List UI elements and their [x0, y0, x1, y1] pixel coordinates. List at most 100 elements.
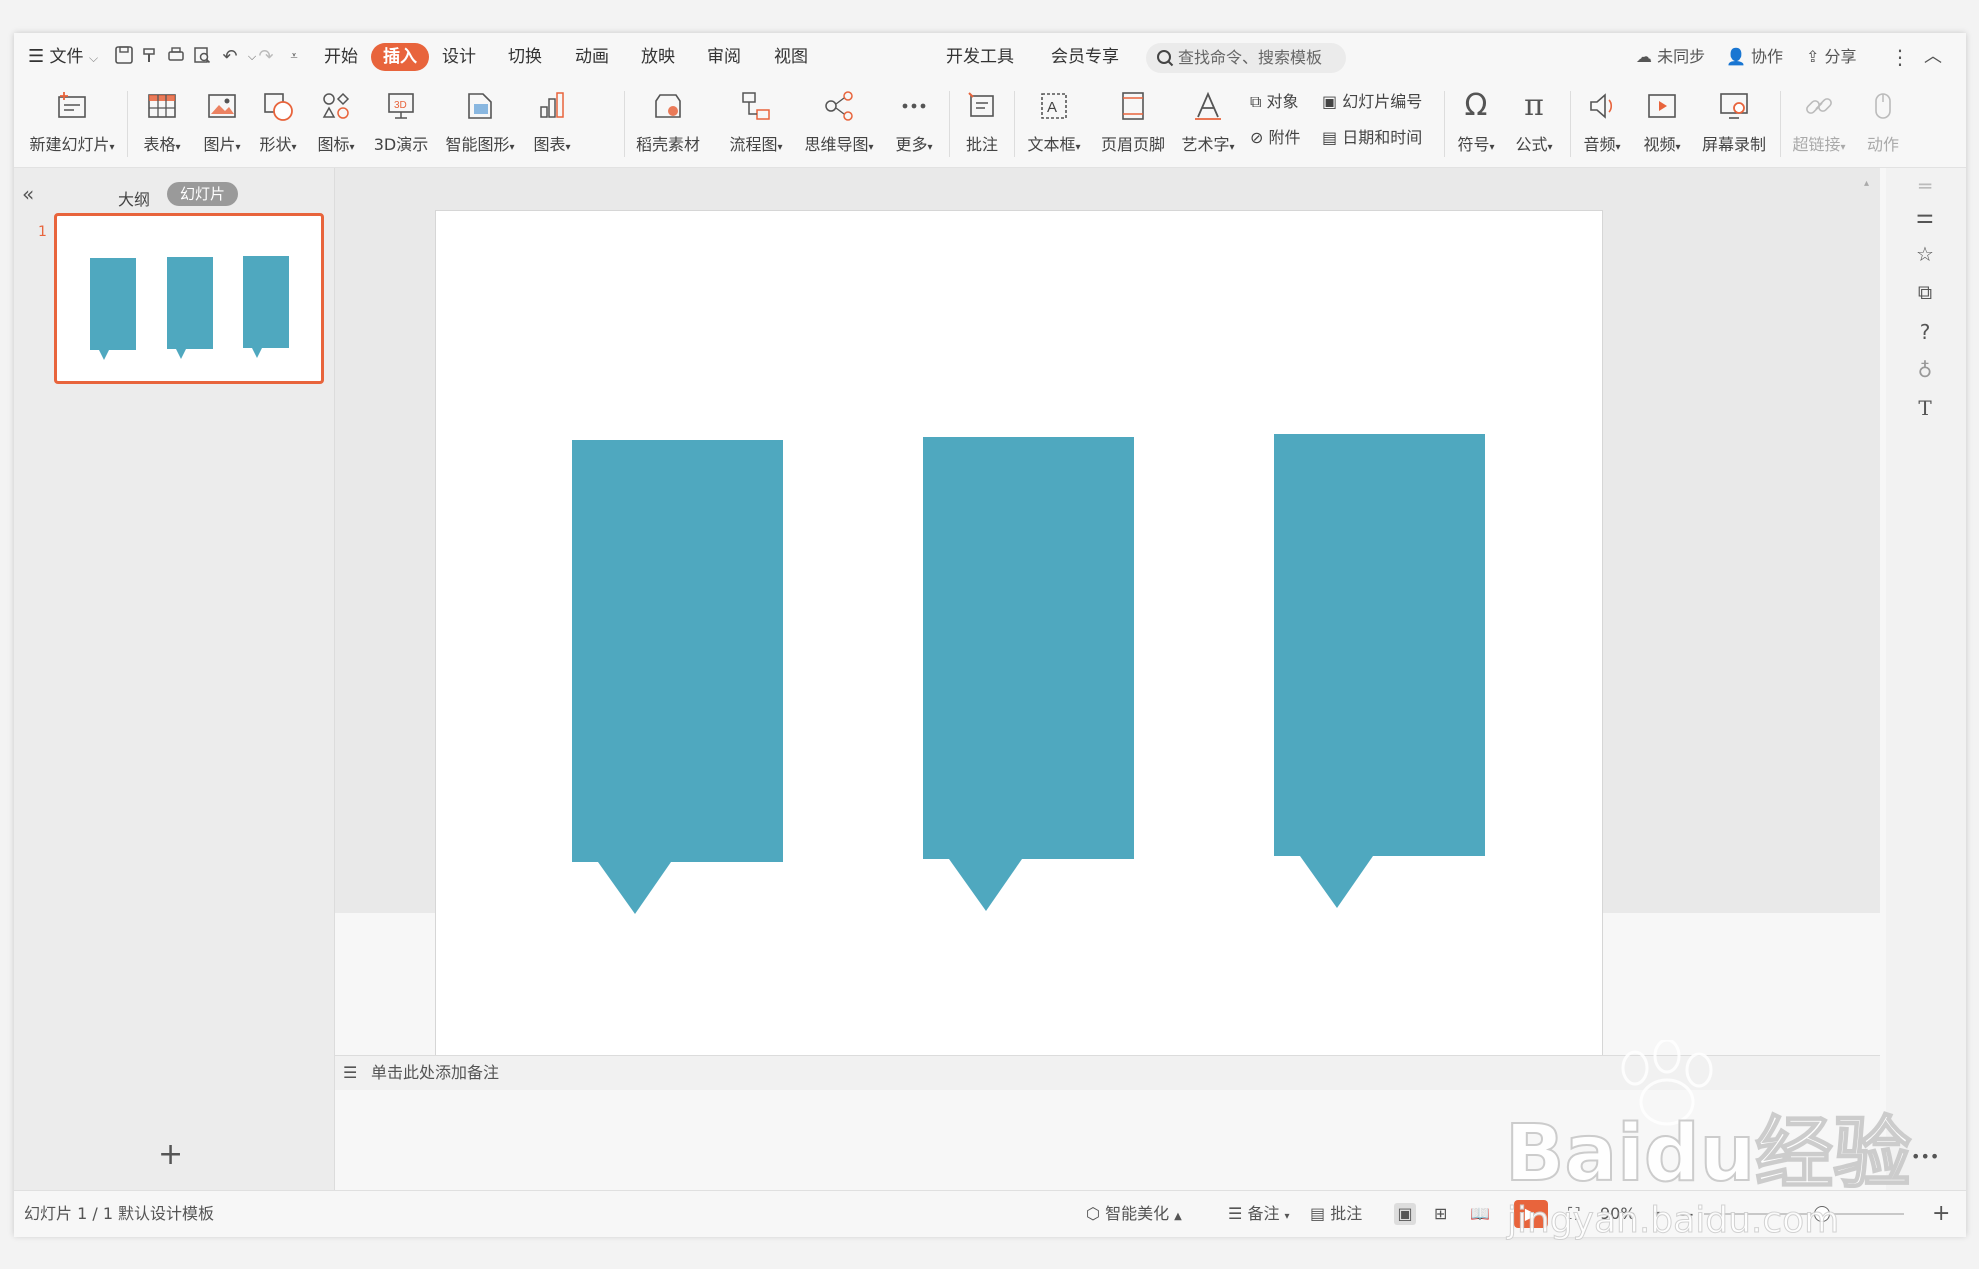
omega-icon: Ω	[1464, 88, 1488, 123]
more-icon[interactable]: •••	[1911, 1143, 1939, 1171]
tab-member[interactable]: 会员专享	[1051, 43, 1119, 71]
settings-sliders-icon[interactable]: ⚌	[1911, 202, 1939, 230]
reading-view-icon[interactable]: 📖	[1470, 1191, 1490, 1237]
mindmap-button[interactable]: 思维导图▾	[796, 81, 882, 167]
slide-thumbnail[interactable]	[54, 213, 324, 384]
picture-button[interactable]: 图片▾	[194, 81, 250, 167]
search-input[interactable]: 查找命令、搜索模板	[1178, 43, 1322, 73]
tab-home[interactable]: 开始	[324, 43, 358, 71]
print-preview-icon[interactable]	[190, 45, 214, 69]
ribbon-divider	[624, 91, 625, 157]
file-menu[interactable]: ☰ 文件 ⌵	[28, 43, 98, 71]
collapse-ribbon-icon[interactable]: ︿	[1924, 43, 1942, 71]
dropdown-caret-icon: ▾	[291, 142, 297, 153]
tab-review[interactable]: 审阅	[707, 43, 741, 71]
attachment-button[interactable]: ⊘ 附件	[1250, 125, 1301, 151]
chart-button[interactable]: 图表▾	[524, 81, 580, 167]
mouse-icon	[1866, 89, 1900, 123]
tab-transition[interactable]: 切换	[508, 43, 542, 71]
zoom-slider[interactable]	[1704, 1206, 1904, 1222]
beautify-button[interactable]: ⬡ 智能美化 ▲	[1086, 1191, 1182, 1237]
print-icon[interactable]	[164, 45, 188, 69]
zoom-out-icon[interactable]: −	[1678, 1191, 1695, 1237]
ribbon-divider	[127, 91, 128, 157]
audio-button[interactable]: 音频▾	[1574, 81, 1630, 167]
symbol-button[interactable]: Ω 符号▾	[1448, 81, 1504, 167]
video-button[interactable]: 视频▾	[1634, 81, 1690, 167]
dropdown-caret-icon: ▾	[1547, 142, 1553, 153]
hyperlink-button[interactable]: 超链接▾	[1784, 81, 1854, 167]
template-name[interactable]: 默认设计模板	[118, 1191, 214, 1237]
header-footer-button[interactable]: 页眉页脚	[1094, 81, 1172, 167]
customize-toolbar-icon[interactable]: ⩡	[282, 45, 306, 69]
new-slide-button[interactable]: 新建幻灯片▾	[24, 81, 120, 167]
search-icon	[1156, 43, 1174, 83]
shape-button[interactable]: 形状▾	[250, 81, 306, 167]
normal-view-icon[interactable]: ▣	[1394, 1191, 1416, 1237]
zoom-slider-thumb[interactable]	[1814, 1206, 1830, 1222]
undo-icon[interactable]: ↶	[218, 45, 242, 69]
slide-number-button[interactable]: ▣ 幻灯片编号	[1322, 89, 1422, 115]
link-icon	[1802, 89, 1836, 123]
table-button[interactable]: 表格▾	[132, 81, 192, 167]
more-options-icon[interactable]: ⋮	[1890, 43, 1910, 71]
textbox-button[interactable]: A 文本框▾	[1018, 81, 1090, 167]
comment-button[interactable]: 批注	[954, 81, 1010, 167]
slide-index: 1	[38, 224, 47, 240]
action-button[interactable]: 动作	[1858, 81, 1908, 167]
tab-slideshow[interactable]: 放映	[641, 43, 675, 71]
tab-design[interactable]: 设计	[442, 43, 476, 71]
slide-canvas[interactable]	[435, 210, 1603, 1088]
flowchart-button[interactable]: 流程图▾	[718, 81, 794, 167]
text-icon[interactable]: T	[1911, 394, 1939, 422]
sorter-view-icon[interactable]: ⊞	[1434, 1191, 1447, 1237]
datetime-button[interactable]: ▤ 日期和时间	[1322, 125, 1422, 151]
table-icon	[145, 89, 179, 123]
lightbulb-icon[interactable]: ♁	[1911, 356, 1939, 384]
fit-window-icon[interactable]: ⛶	[1568, 1191, 1579, 1237]
drag-handle-icon[interactable]: ═	[1911, 172, 1939, 200]
star-icon[interactable]: ☆	[1911, 240, 1939, 268]
tab-developer[interactable]: 开发工具	[946, 43, 1014, 71]
redo-icon[interactable]: ↷	[254, 45, 278, 69]
slideshow-play-icon[interactable]: ▶	[1514, 1191, 1548, 1237]
icons-button[interactable]: 图标▾	[308, 81, 364, 167]
callout-shape-2[interactable]	[923, 437, 1134, 911]
tab-insert[interactable]: 插入	[371, 43, 429, 71]
notes-bar[interactable]: ☰ 单击此处添加备注	[335, 1055, 1880, 1090]
save-icon[interactable]	[112, 45, 136, 69]
zoom-level[interactable]: 90%	[1600, 1191, 1636, 1237]
replace-icon[interactable]: ⧉	[1911, 278, 1939, 306]
smartart-button[interactable]: 智能图形▾	[438, 81, 522, 167]
tab-slides[interactable]: 幻灯片	[167, 182, 239, 206]
wordart-button[interactable]: 艺术字▾	[1174, 81, 1242, 167]
screen-record-button[interactable]: 屏幕录制	[1694, 81, 1774, 167]
collab-button[interactable]: 👤 协作	[1726, 43, 1783, 71]
material-icon	[651, 89, 685, 123]
zoom-dropdown-icon[interactable]: ▾	[1654, 1191, 1660, 1237]
search-box[interactable]: 查找命令、搜索模板	[1146, 43, 1346, 73]
notes-toggle[interactable]: ☰ 备注 ▾	[1228, 1191, 1290, 1237]
comments-toggle[interactable]: ▤ 批注	[1310, 1191, 1362, 1237]
material-button[interactable]: 稻壳素材	[626, 81, 710, 167]
zoom-in-icon[interactable]: +	[1932, 1191, 1950, 1237]
share-button[interactable]: ⇪ 分享	[1806, 43, 1857, 71]
slides-panel: « 大纲 幻灯片 1 +	[14, 168, 335, 1208]
collapse-panel-icon[interactable]: «	[22, 182, 34, 206]
tab-view[interactable]: 视图	[774, 43, 808, 71]
sync-status[interactable]: ☁ 未同步	[1636, 43, 1705, 71]
help-icon[interactable]: ?	[1911, 318, 1939, 346]
object-button[interactable]: ⧉ 对象	[1250, 89, 1299, 115]
wordart-icon	[1191, 89, 1225, 123]
callout-shape-1[interactable]	[572, 440, 783, 914]
more-button[interactable]: 更多▾	[884, 81, 944, 167]
tab-outline[interactable]: 大纲	[118, 186, 150, 210]
thumbnail-preview	[90, 256, 289, 360]
3d-button[interactable]: 3D 3D演示	[366, 81, 436, 167]
add-slide-icon[interactable]: +	[158, 1140, 183, 1170]
format-painter-icon[interactable]	[138, 45, 162, 69]
formula-button[interactable]: π 公式▾	[1506, 81, 1562, 167]
tab-animation[interactable]: 动画	[575, 43, 609, 71]
callout-shape-3[interactable]	[1274, 434, 1485, 908]
vertical-scrollbar[interactable]: ▴	[1861, 178, 1871, 1143]
